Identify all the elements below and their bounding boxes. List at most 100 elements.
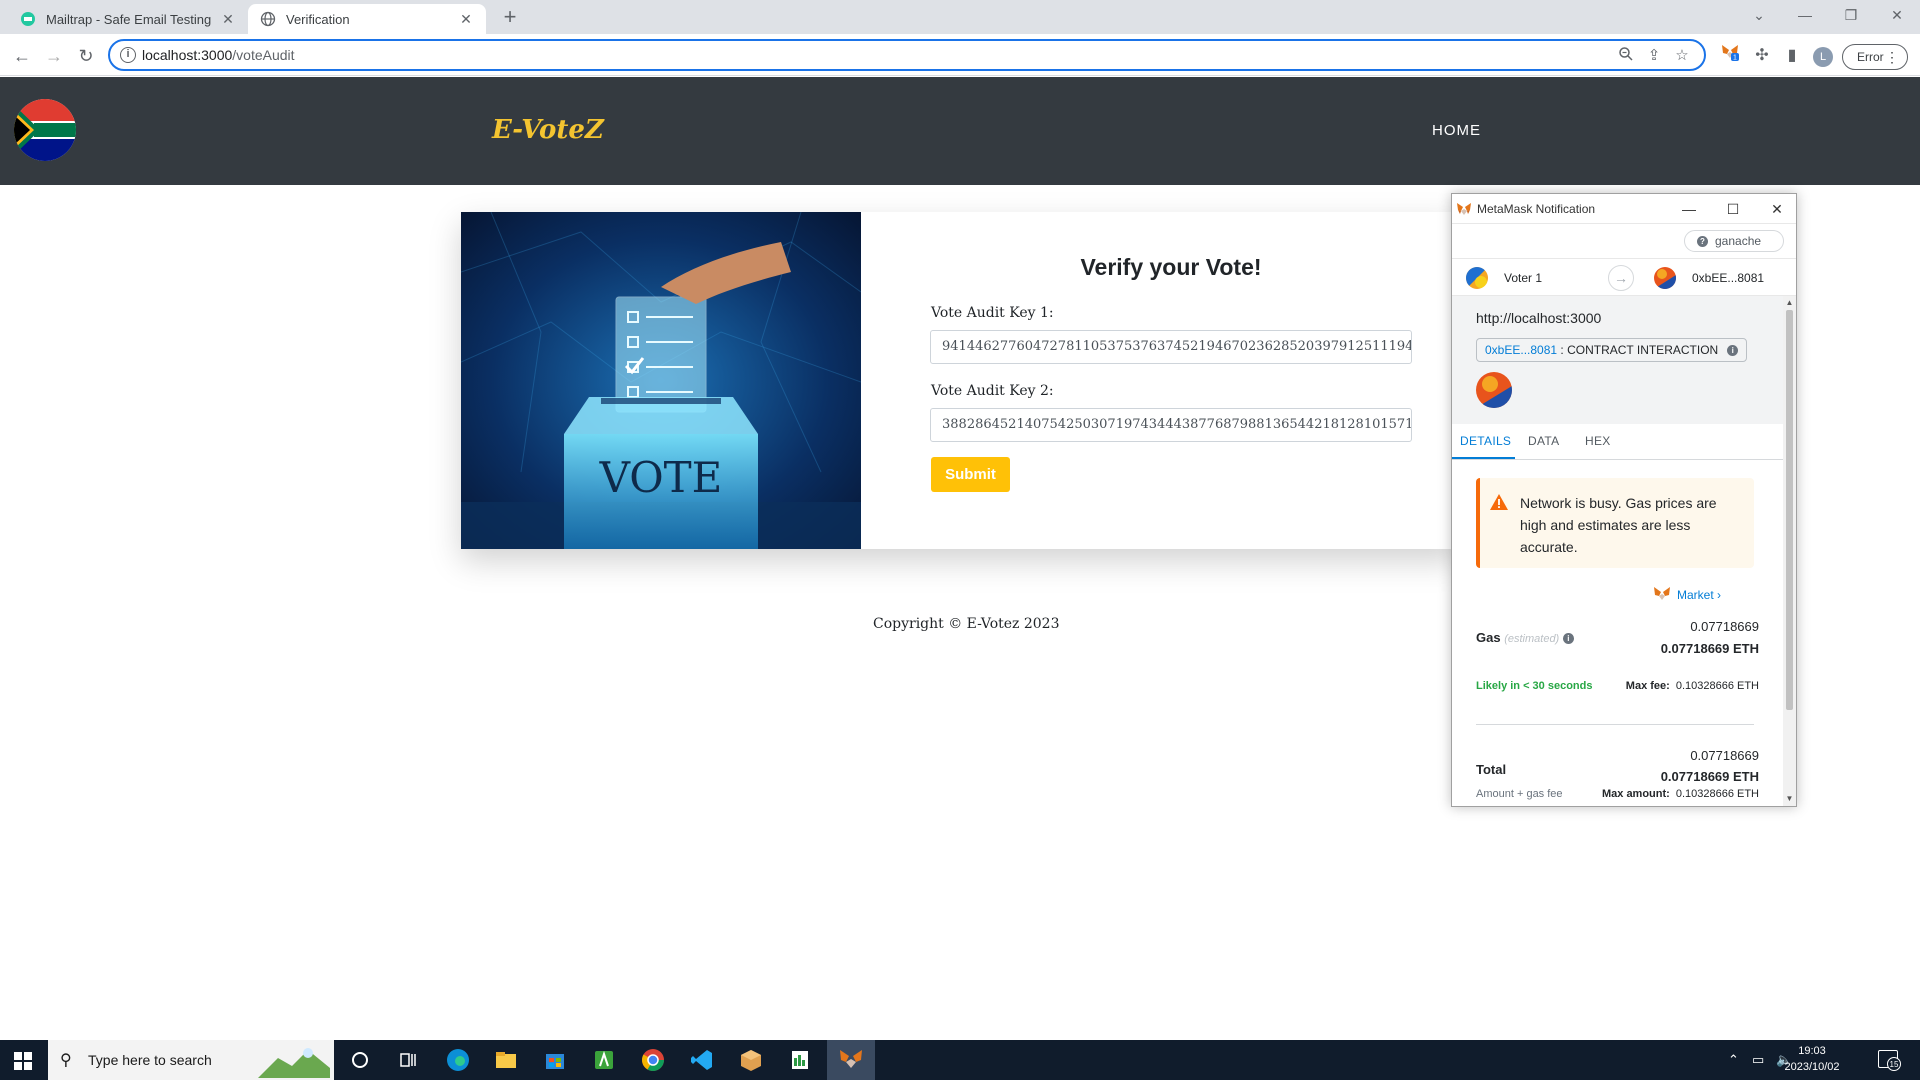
south-africa-flag-logo[interactable] xyxy=(14,99,76,161)
share-icon[interactable]: ⇪ xyxy=(1644,46,1664,66)
mm-maximize-button[interactable]: ☐ xyxy=(1718,198,1748,220)
bookmark-star-icon[interactable]: ☆ xyxy=(1672,46,1692,66)
site-brand[interactable]: E-VoteZ xyxy=(492,115,604,145)
ballot-vote-text: VOTE xyxy=(599,453,723,502)
vscode-icon[interactable] xyxy=(688,1046,716,1074)
file-explorer-icon[interactable] xyxy=(492,1046,520,1074)
browser-toolbar: ← → ↻ i localhost:3000/voteAudit ⇪ ☆ 1 ✣… xyxy=(0,34,1920,76)
start-button[interactable] xyxy=(0,1040,48,1080)
metamask-window-title: MetaMask Notification xyxy=(1477,202,1596,216)
search-icon: ⚲ xyxy=(60,1052,72,1069)
browser-tab-strip: Mailtrap - Safe Email Testing ✕ Verifica… xyxy=(0,0,1920,34)
metamask-taskbar-icon xyxy=(840,1050,862,1068)
mm-close-button[interactable]: ✕ xyxy=(1762,198,1792,220)
transaction-details-scroll[interactable]: http://localhost:3000 0xbEE...8081 : CON… xyxy=(1452,296,1783,806)
origin-url: http://localhost:3000 xyxy=(1476,310,1602,326)
mailtrap-favicon-icon xyxy=(21,12,35,26)
url-text: localhost:3000/voteAudit xyxy=(142,47,295,63)
metamask-extension-icon[interactable]: 1 xyxy=(1716,42,1744,70)
profile-avatar[interactable]: L xyxy=(1813,47,1833,67)
gas-value-eth: 0.07718669 ETH xyxy=(1660,641,1759,656)
vote-audit-key2-input[interactable]: 3882864521407542503071974344438776879881… xyxy=(930,408,1412,442)
package-app-icon[interactable] xyxy=(737,1046,765,1074)
max-amount-row: Max amount: 0.10328666 ETH xyxy=(1601,788,1759,800)
chrome-icon[interactable] xyxy=(639,1046,667,1074)
warning-text: Network is busy. Gas prices are high and… xyxy=(1520,495,1717,555)
back-button[interactable]: ← xyxy=(8,42,36,70)
submit-button[interactable]: Submit xyxy=(931,457,1010,492)
nav-home-link[interactable]: HOME xyxy=(1432,122,1481,139)
scroll-thumb[interactable] xyxy=(1786,310,1793,710)
market-gas-button[interactable]: Market › xyxy=(1654,587,1721,602)
new-tab-button[interactable]: + xyxy=(498,6,522,30)
tab-data[interactable]: DATA xyxy=(1528,434,1559,448)
tab-verification[interactable]: Verification ✕ xyxy=(248,4,486,34)
address-bar[interactable]: i localhost:3000/voteAudit ⇪ ☆ xyxy=(108,39,1706,71)
key2-label: Vote Audit Key 2: xyxy=(931,383,1054,399)
active-tab-indicator xyxy=(1452,457,1515,459)
to-account-address[interactable]: 0xbEE...8081 xyxy=(1692,271,1764,285)
metamask-titlebar: MetaMask Notification — ☐ ✕ xyxy=(1452,194,1796,224)
store-icon[interactable] xyxy=(541,1046,569,1074)
network-selector[interactable]: ? ganache xyxy=(1684,230,1784,252)
restore-button[interactable]: ❐ xyxy=(1828,0,1874,32)
windows-taskbar: ⚲ Type here to search ⌃ ▭ 🔈 19:03 2023/10… xyxy=(0,1040,1920,1080)
task-view-icon[interactable] xyxy=(394,1046,422,1074)
gas-info-icon[interactable]: i xyxy=(1562,633,1574,645)
network-busy-warning: Network is busy. Gas prices are high and… xyxy=(1476,478,1754,568)
app-green-icon[interactable] xyxy=(590,1046,618,1074)
help-icon: ? xyxy=(1697,236,1708,247)
origin-section: http://localhost:3000 0xbEE...8081 : CON… xyxy=(1452,296,1783,424)
amount-gas-fee-label: Amount + gas fee xyxy=(1476,788,1563,800)
zoom-icon[interactable] xyxy=(1616,46,1636,66)
reload-button[interactable]: ↻ xyxy=(72,42,100,70)
footer-copyright: Copyright © E-Votez 2023 xyxy=(873,616,1060,632)
tab-mailtrap[interactable]: Mailtrap - Safe Email Testing ✕ xyxy=(8,4,248,34)
side-panel-icon[interactable]: ▮ xyxy=(1778,42,1806,70)
page-title: Verify your Vote! xyxy=(1080,254,1262,280)
close-window-button[interactable]: ✕ xyxy=(1874,0,1920,32)
search-placeholder: Type here to search xyxy=(88,1052,212,1068)
tab-title: Verification xyxy=(286,11,350,27)
spreadsheet-app-icon[interactable] xyxy=(786,1046,814,1074)
extensions-puzzle-icon[interactable]: ✣ xyxy=(1748,42,1776,70)
edge-icon[interactable] xyxy=(444,1046,472,1074)
scroll-down-icon[interactable]: ▼ xyxy=(1783,794,1796,803)
scrollbar[interactable]: ▲ ▼ xyxy=(1783,296,1796,806)
total-value-eth: 0.07718669 ETH xyxy=(1660,769,1759,784)
close-tab-icon[interactable]: ✕ xyxy=(458,11,474,27)
windows-logo-icon xyxy=(14,1052,32,1070)
globe-icon xyxy=(260,11,276,27)
tray-chevron-icon[interactable]: ⌃ xyxy=(1728,1052,1739,1068)
svg-text:1: 1 xyxy=(1733,55,1737,62)
notification-center-icon[interactable]: 15 xyxy=(1878,1050,1901,1071)
fox-icon xyxy=(1654,587,1670,600)
scroll-up-icon[interactable]: ▲ xyxy=(1783,298,1796,307)
error-button[interactable]: Error ⋮ xyxy=(1842,44,1908,70)
gas-label: Gas (estimated) i xyxy=(1476,630,1574,645)
minimize-button[interactable]: — xyxy=(1782,0,1828,32)
verify-card: VOTE Verify your Vote! Vote Audit Key 1:… xyxy=(461,212,1461,549)
info-icon[interactable]: i xyxy=(1727,345,1739,356)
tab-details[interactable]: DETAILS xyxy=(1460,434,1511,448)
from-account-name: Voter 1 xyxy=(1504,271,1543,285)
forward-button[interactable]: → xyxy=(40,42,68,70)
vote-audit-key1-input[interactable]: 9414462776047278110537537637452194670236… xyxy=(930,330,1412,364)
cortana-icon[interactable] xyxy=(346,1046,374,1074)
gas-value: 0.07718669 xyxy=(1690,619,1759,634)
divider xyxy=(1476,724,1754,725)
close-tab-icon[interactable]: ✕ xyxy=(220,11,236,27)
tab-hex[interactable]: HEX xyxy=(1585,434,1611,448)
clock[interactable]: 19:03 2023/10/02 xyxy=(1778,1043,1846,1075)
taskbar-active-metamask[interactable] xyxy=(827,1040,875,1080)
search-highlight-image xyxy=(258,1048,330,1078)
tab-search-icon[interactable]: ⌄ xyxy=(1736,0,1782,32)
max-fee-row: Max fee: 0.10328666 ETH xyxy=(1625,680,1759,692)
total-label: Total xyxy=(1476,762,1507,777)
site-info-icon[interactable]: i xyxy=(120,47,136,63)
taskbar-search[interactable]: ⚲ Type here to search xyxy=(48,1040,334,1080)
network-tray-icon[interactable]: ▭ xyxy=(1752,1052,1764,1068)
contract-interaction-badge[interactable]: 0xbEE...8081 : CONTRACT INTERACTION i xyxy=(1476,338,1748,362)
warning-icon xyxy=(1490,494,1508,510)
mm-minimize-button[interactable]: — xyxy=(1674,198,1704,220)
